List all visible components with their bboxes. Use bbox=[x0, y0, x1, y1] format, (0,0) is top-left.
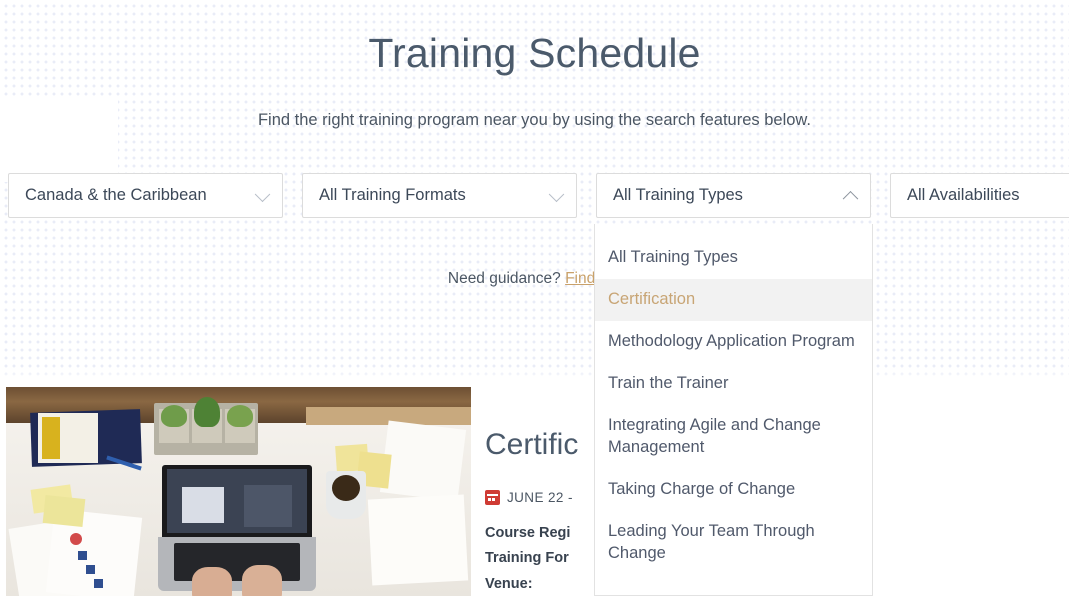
chevron-up-icon bbox=[842, 190, 859, 207]
select-format[interactable]: All Training Formats bbox=[302, 173, 577, 218]
page-subtitle: Find the right training program near you… bbox=[257, 111, 812, 130]
dropdown-item-taking-charge-of-change[interactable]: Taking Charge of Change bbox=[595, 469, 872, 511]
select-region-value: Canada & the Caribbean bbox=[25, 186, 207, 204]
select-format-value: All Training Formats bbox=[319, 186, 466, 204]
dropdown-item-leading-your-team-through-change[interactable]: Leading Your Team Through Change bbox=[595, 511, 872, 575]
calendar-icon bbox=[485, 490, 500, 505]
select-training-type-value: All Training Types bbox=[613, 186, 743, 204]
dropdown-item-train-the-trainer[interactable]: Train the Trainer bbox=[595, 363, 872, 405]
dropdown-item-certification[interactable]: Certification bbox=[595, 278, 872, 321]
select-training-type[interactable]: All Training Types bbox=[596, 173, 871, 218]
guidance-prefix: Need guidance? bbox=[447, 270, 566, 287]
select-availability-value: All Availabilities bbox=[907, 186, 1020, 204]
page-title: Training Schedule bbox=[368, 30, 701, 76]
guidance-line: Need guidance? Find the bbox=[0, 270, 1069, 288]
dropdown-item-methodology-application-program[interactable]: Methodology Application Program bbox=[595, 321, 872, 363]
filter-row: Canada & the Caribbean All Training Form… bbox=[8, 173, 1069, 218]
chevron-down-icon bbox=[548, 186, 565, 202]
select-region[interactable]: Canada & the Caribbean bbox=[8, 173, 283, 218]
chevron-down-icon bbox=[254, 186, 271, 202]
dropdown-item-integrating-agile-and-change-management[interactable]: Integrating Agile and Change Management bbox=[595, 405, 872, 469]
result-card[interactable]: Certific Start JUNE 22 - Course Regi Tra… bbox=[6, 387, 1069, 596]
result-card-photo bbox=[6, 387, 471, 596]
training-schedule-page: Training Schedule Find the right trainin… bbox=[0, 0, 1069, 596]
dropdown-item-all-training-types[interactable]: All Training Types bbox=[595, 224, 872, 279]
result-card-title-left: Certific bbox=[485, 428, 579, 461]
result-card-date-text: JUNE 22 - bbox=[507, 490, 573, 505]
select-availability[interactable]: All Availabilities bbox=[890, 173, 1069, 218]
training-type-dropdown[interactable]: All Training Types Certification Methodo… bbox=[594, 224, 873, 596]
